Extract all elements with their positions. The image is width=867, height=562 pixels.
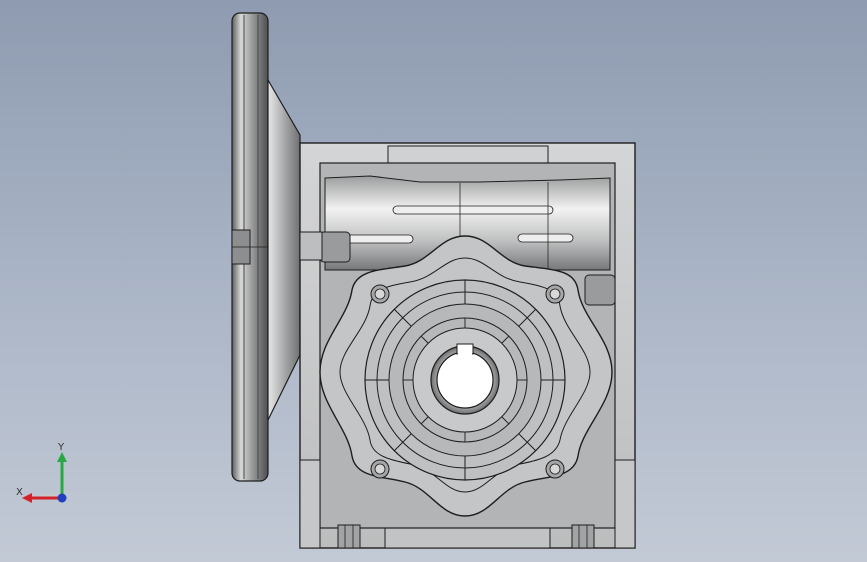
gear-reducer-model[interactable] xyxy=(0,0,867,562)
motor-flange[interactable] xyxy=(231,12,301,482)
x-axis-arrowhead xyxy=(22,493,32,503)
z-axis-dot xyxy=(57,493,67,503)
coordinate-triad: X Y xyxy=(16,442,67,503)
graphics-viewport[interactable]: X Y xyxy=(0,0,867,562)
x-axis-label: X xyxy=(16,487,23,498)
y-axis-label: Y xyxy=(57,442,65,453)
y-axis-arrowhead xyxy=(57,452,67,462)
